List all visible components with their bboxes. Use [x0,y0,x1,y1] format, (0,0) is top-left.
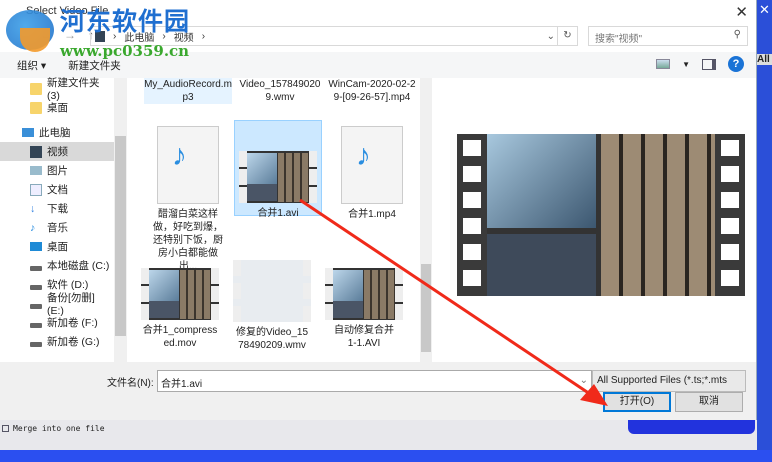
filename-label: 文件名(N): [107,378,154,389]
search-icon: ⚲ [733,29,741,40]
sidebar-scrollbar[interactable] [114,78,127,362]
drive-icon [30,303,42,309]
sidebar-item-desktop[interactable]: 桌面 [0,237,114,256]
sidebar-item-music[interactable]: ♪ 音乐 [0,218,114,237]
folder-icon [30,82,42,95]
refresh-icon[interactable]: ↻ [557,26,577,46]
folder-icon [30,101,42,114]
drive-icon [30,341,42,347]
chevron-down-icon[interactable]: ⌄ [580,375,588,386]
help-icon[interactable]: ? [728,56,744,72]
file-item[interactable]: ♪ 合并1.mp4 [328,126,416,221]
title-bar: Select Video File [0,0,756,22]
background-app-strip: ✕ All [757,0,772,462]
sidebar-item-drive-e[interactable]: 备份[勿删] (E:) [0,292,114,317]
sidebar-item-documents[interactable]: 文档 [0,180,114,199]
app-blue-button[interactable] [628,420,755,434]
address-bar[interactable]: › 此电脑 › 视频 › ⌄ ↻ [90,26,578,46]
breadcrumb-pc[interactable]: 此电脑 [124,29,154,44]
music-icon: ♪ [30,221,36,234]
file-type-select[interactable]: All Supported Files (*.ts;*.mts [592,370,746,392]
scrollbar-thumb[interactable] [421,264,431,352]
chevron-down-icon[interactable]: ⌄ [547,31,555,42]
video-preview-image [457,134,745,296]
close-icon[interactable]: ✕ [735,3,748,21]
file-list: My_AudioRecord.mp3 Video_1578490209.wmv … [130,78,420,362]
sidebar-item-this-pc[interactable]: 此电脑 [0,123,114,142]
chevron-down-icon[interactable]: ▼ [682,60,690,69]
forward-icon[interactable]: → [64,28,76,42]
pictures-icon [30,166,42,175]
drive-icon [30,265,42,271]
open-button[interactable]: 打开(O) [603,392,671,412]
app-close-icon[interactable]: ✕ [759,2,770,18]
video-file-icon: ♪ [341,126,403,204]
sidebar-item-pictures[interactable]: 图片 [0,161,114,180]
window-title: Select Video File [26,5,109,17]
desktop-icon [30,242,42,251]
breadcrumb-videos[interactable]: 视频 [174,29,194,44]
sidebar-item-drive-f[interactable]: 新加卷 (F:) [0,313,114,332]
navigation-pane: 新建文件夹 (3) 桌面 此电脑 视频 图片 文档 ↓ 下载 ♪ 音乐 桌面 本地磁… [0,77,128,362]
sidebar-item-videos[interactable]: 视频 [0,142,114,161]
back-icon[interactable]: ← [40,28,52,42]
computer-icon [22,128,34,137]
file-item[interactable]: 合并1_compressed.mov [136,268,224,350]
file-dialog: Select Video File ✕ ← → ↑ › 此电脑 › 视频 › ⌄ ↻… [0,0,757,420]
file-item-selected[interactable]: 合并1.avi [234,120,322,219]
video-icon [30,145,42,158]
preview-pane [432,78,756,362]
dialog-footer: 文件名(N): 合并1.avi ⌄ All Supported Files (*.… [0,362,756,420]
file-list-scrollbar[interactable] [420,78,432,362]
file-item[interactable]: WinCam-2020-02-29-[09-26-57].mp4 [328,78,416,104]
video-folder-icon [95,30,105,42]
file-item[interactable]: ♪ 醋溜白菜这样做，好吃到爆，还特别下饭，厨房小白都能做出... [144,126,232,273]
documents-icon [30,183,42,196]
new-folder-button[interactable]: 新建文件夹 [68,58,121,73]
merge-checkbox[interactable] [2,425,9,432]
file-item[interactable]: 修复的Video_1578490209.wmv [228,260,316,352]
video-file-icon: ♪ [157,126,219,204]
search-input[interactable]: 搜索"视频" ⚲ [588,26,748,46]
video-thumbnail [239,151,317,203]
filename-input[interactable]: 合并1.avi ⌄ [157,370,592,392]
sidebar-item-desktop-folder[interactable]: 桌面 [0,98,114,117]
video-thumbnail [233,260,311,322]
preview-pane-icon[interactable] [702,58,716,70]
app-bottom-bar [0,450,772,462]
sidebar-item-drive-g[interactable]: 新加卷 (G:) [0,332,114,351]
view-options-icon[interactable] [656,59,671,69]
sidebar-item-new-folder[interactable]: 新建文件夹 (3) [0,77,114,102]
drive-icon [30,284,42,290]
file-item[interactable]: My_AudioRecord.mp3 [144,78,232,104]
video-thumbnail [141,268,219,320]
download-icon: ↓ [30,202,36,215]
file-item[interactable]: 自动修复合并1-1.AVI [320,268,408,350]
scrollbar-thumb[interactable] [115,136,126,336]
app-all-label: All [757,54,772,65]
video-thumbnail [325,268,403,320]
merge-option[interactable]: Merge into one file [2,424,105,433]
cancel-button[interactable]: 取消 [675,392,743,412]
sidebar-item-downloads[interactable]: ↓ 下载 [0,199,114,218]
organize-button[interactable]: 组织 ▾ [17,58,46,73]
file-item[interactable]: Video_1578490209.wmv [236,78,324,104]
nav-buttons: ← → ↑ [40,28,94,42]
sidebar-item-drive-c[interactable]: 本地磁盘 (C:) [0,256,114,275]
drive-icon [30,322,42,328]
